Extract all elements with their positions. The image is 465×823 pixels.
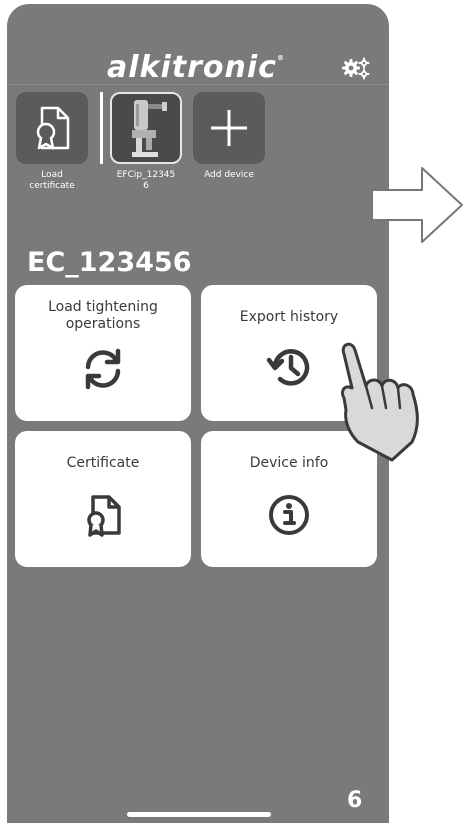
page-title: EC_123456 <box>27 247 192 278</box>
gears-icon[interactable] <box>341 56 371 80</box>
tool-photo-icon <box>132 100 167 157</box>
add-device-label: Add device <box>204 170 254 180</box>
device-separator <box>100 92 103 164</box>
add-device-button[interactable] <box>193 92 265 164</box>
certificate-card[interactable]: Certificate <box>15 431 191 567</box>
device-efcip-button[interactable] <box>110 92 182 164</box>
sync-icon <box>85 348 121 390</box>
header-divider <box>7 84 389 85</box>
certificate-icon <box>87 495 121 537</box>
history-icon <box>266 349 310 386</box>
app-logo: alkitronic® <box>107 50 285 85</box>
plus-icon <box>211 110 247 146</box>
card-title: Export history <box>239 309 339 325</box>
card-title: Load tightening operations <box>48 299 158 332</box>
step-number: 6 <box>347 788 363 813</box>
right-arrow-icon <box>371 167 463 243</box>
info-icon <box>269 495 309 535</box>
device-efcip-label: EFCip_12345 6 <box>116 170 176 191</box>
home-indicator[interactable] <box>127 812 271 817</box>
pointing-hand-icon <box>340 342 419 462</box>
load-certificate-label: Load certificate <box>29 170 75 191</box>
load-certificate-button[interactable] <box>16 92 88 164</box>
certificate-icon <box>36 106 70 150</box>
load-tightening-operations-card[interactable]: Load tightening operations <box>15 285 191 421</box>
card-title: Certificate <box>66 455 140 471</box>
